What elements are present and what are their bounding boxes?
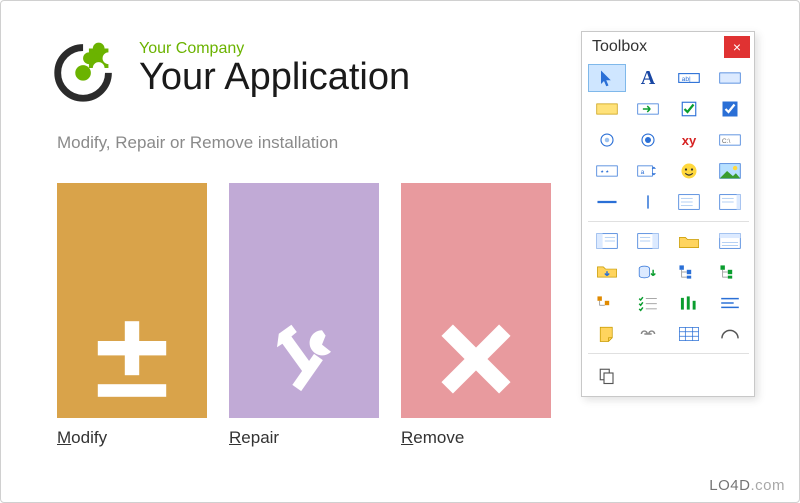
repair-label: Repair bbox=[229, 428, 379, 448]
svg-text:C:\: C:\ bbox=[722, 138, 731, 145]
modify-tile[interactable] bbox=[57, 183, 207, 418]
props-panel-tool[interactable] bbox=[711, 227, 749, 255]
app-title: Your Application bbox=[139, 58, 410, 96]
tree-green-tool[interactable] bbox=[711, 258, 749, 286]
list-panel-tool[interactable] bbox=[670, 188, 708, 216]
modify-label: Modify bbox=[57, 428, 207, 448]
password-tool[interactable]: ⋆⋆ bbox=[588, 157, 626, 185]
remove-tile[interactable] bbox=[401, 183, 551, 418]
smiley-tool[interactable] bbox=[670, 157, 708, 185]
note-tool[interactable] bbox=[588, 320, 626, 348]
spinner-tool[interactable]: a bbox=[629, 157, 667, 185]
nav-left-tool[interactable] bbox=[588, 227, 626, 255]
checkbox-tool[interactable] bbox=[670, 95, 708, 123]
v-line-tool[interactable] bbox=[629, 188, 667, 216]
html-label-tool[interactable]: xy bbox=[670, 126, 708, 154]
checklist-tool[interactable] bbox=[629, 289, 667, 317]
groupbox-tool[interactable] bbox=[588, 95, 626, 123]
tool-grid: A ab| xy C:\ ⋆⋆ a bbox=[582, 62, 754, 358]
console-tool[interactable]: C:\ bbox=[711, 126, 749, 154]
close-button[interactable]: × bbox=[724, 36, 750, 58]
scroll-panel-tool[interactable] bbox=[711, 188, 749, 216]
radio-unchecked-tool[interactable] bbox=[588, 126, 626, 154]
svg-text:ab|: ab| bbox=[682, 76, 691, 83]
svg-text:⋆⋆: ⋆⋆ bbox=[600, 167, 610, 176]
tree-orange-tool[interactable] bbox=[588, 289, 626, 317]
go-button-tool[interactable] bbox=[629, 95, 667, 123]
toolbox-window[interactable]: Toolbox × A ab| xy C:\ ⋆⋆ a bbox=[581, 31, 755, 397]
pointer-tool[interactable] bbox=[588, 64, 626, 92]
folder-down-tool[interactable] bbox=[588, 258, 626, 286]
h-line-tool[interactable] bbox=[588, 188, 626, 216]
textbox-tool[interactable]: ab| bbox=[670, 64, 708, 92]
tools-icon bbox=[259, 314, 349, 404]
svg-text:a: a bbox=[641, 169, 645, 176]
arc-tool[interactable] bbox=[711, 320, 749, 348]
db-down-tool[interactable] bbox=[629, 258, 667, 286]
copy-tool[interactable] bbox=[588, 362, 626, 390]
repair-tile[interactable] bbox=[229, 183, 379, 418]
tile-labels: Modify Repair Remove bbox=[1, 418, 799, 448]
link-tool[interactable] bbox=[629, 320, 667, 348]
watermark: LO4D.com bbox=[709, 477, 785, 494]
toolbox-separator bbox=[588, 221, 749, 222]
toolbox-title-text: Toolbox bbox=[592, 38, 647, 56]
checkbox-filled-tool[interactable] bbox=[711, 95, 749, 123]
grid-blue-tool[interactable] bbox=[670, 320, 708, 348]
nav-right-tool[interactable] bbox=[629, 227, 667, 255]
folder-open-tool[interactable] bbox=[670, 227, 708, 255]
tree-blue-tool[interactable] bbox=[670, 258, 708, 286]
bars-tool[interactable] bbox=[670, 289, 708, 317]
align-tool[interactable] bbox=[711, 289, 749, 317]
close-icon bbox=[431, 314, 521, 404]
toolbox-titlebar[interactable]: Toolbox × bbox=[582, 32, 754, 62]
image-tool[interactable] bbox=[711, 157, 749, 185]
app-logo-icon bbox=[47, 29, 125, 107]
panel-tool[interactable] bbox=[711, 64, 749, 92]
remove-label: Remove bbox=[401, 428, 551, 448]
toolbox-separator-2 bbox=[588, 353, 749, 354]
text-label-tool[interactable]: A bbox=[629, 64, 667, 92]
plus-minus-icon bbox=[87, 314, 177, 404]
radio-checked-tool[interactable] bbox=[629, 126, 667, 154]
